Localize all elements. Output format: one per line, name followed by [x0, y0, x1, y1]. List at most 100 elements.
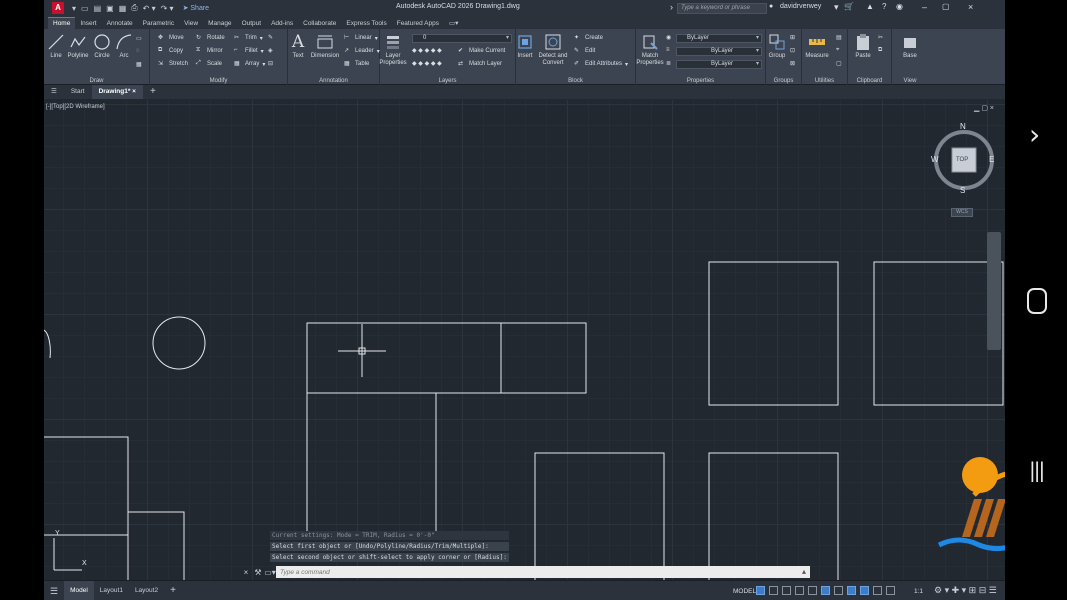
- autocad-logo-icon[interactable]: A: [52, 2, 64, 14]
- model-tab[interactable]: Model: [64, 580, 94, 600]
- menu-icon[interactable]: ☰: [44, 85, 64, 99]
- search-input[interactable]: Type a keyword or phrase: [677, 3, 767, 14]
- fillet-button[interactable]: ⌐ Fillet ▾: [234, 47, 264, 55]
- save-icon[interactable]: ▣: [106, 4, 114, 13]
- viewcube-east[interactable]: E: [989, 155, 994, 164]
- dropdown-icon[interactable]: ▾: [834, 2, 839, 13]
- detect-convert-button[interactable]: Detect and Convert: [536, 33, 570, 67]
- new-tab-icon[interactable]: +: [143, 85, 163, 99]
- group-edit-icon[interactable]: ⊡: [790, 47, 795, 54]
- polyline-button[interactable]: Polyline: [66, 33, 90, 60]
- recent-apps-icon[interactable]: |||: [1029, 458, 1045, 482]
- close-icon[interactable]: ×: [968, 2, 973, 12]
- erase-icon[interactable]: ✎: [268, 34, 273, 41]
- rectangle-icon[interactable]: ▭: [136, 35, 142, 42]
- new-file-icon[interactable]: ▭: [81, 4, 89, 13]
- selection-cycling-icon[interactable]: [873, 586, 882, 595]
- settings-icon[interactable]: ◉: [896, 2, 903, 11]
- panel-properties-title[interactable]: Properties: [636, 78, 765, 84]
- panel-clipboard-title[interactable]: Clipboard: [848, 78, 891, 84]
- tab-express-tools[interactable]: Express Tools: [341, 18, 391, 29]
- stretch-button[interactable]: ⇲ Stretch: [158, 60, 188, 68]
- panel-groups-title[interactable]: Groups: [766, 78, 801, 84]
- create-block-button[interactable]: ✦ Create: [574, 34, 603, 42]
- object-snap-icon[interactable]: [834, 586, 843, 595]
- ribbon-toggle-icon[interactable]: ▭▾: [444, 17, 463, 29]
- layer-tools-icons[interactable]: ◆ ◆ ◆ ◆ ◆: [412, 47, 442, 54]
- close-tab-icon[interactable]: ×: [132, 88, 136, 95]
- grid-icon[interactable]: [756, 586, 765, 595]
- chevron-right-icon[interactable]: ›: [670, 2, 673, 12]
- dynamic-ucs-icon[interactable]: [886, 586, 895, 595]
- navigation-bar[interactable]: [987, 232, 1001, 350]
- explode-icon[interactable]: ◈: [268, 47, 273, 54]
- auto-scale-icon[interactable]: [860, 586, 869, 595]
- rotate-button[interactable]: ↻ Rotate: [196, 34, 225, 42]
- tab-featured-apps[interactable]: Featured Apps: [392, 18, 444, 29]
- arc-button[interactable]: Arc: [114, 33, 134, 60]
- match-properties-button[interactable]: Match Properties: [636, 33, 664, 67]
- isodraft-icon[interactable]: [808, 586, 817, 595]
- dropdown-icon[interactable]: ▾: [72, 4, 76, 13]
- offset-icon[interactable]: ⊟: [268, 60, 273, 67]
- share-button[interactable]: ➤ Share: [183, 4, 210, 12]
- viewcube-top-face[interactable]: TOP: [956, 157, 968, 163]
- customize-icon[interactable]: ⚒: [252, 568, 264, 577]
- color-dropdown[interactable]: ByLayer: [676, 34, 762, 43]
- snap-icon[interactable]: [769, 586, 778, 595]
- help-icon[interactable]: ?: [882, 2, 886, 11]
- drawing-canvas[interactable]: [-][Top][2D Wireframe] ▁ ▢ × Y X N S E W…: [44, 100, 1005, 580]
- ortho-icon[interactable]: [782, 586, 791, 595]
- panel-block-title[interactable]: Block: [516, 78, 635, 84]
- command-expand-icon[interactable]: ▴: [798, 566, 810, 578]
- layout1-tab[interactable]: Layout1: [94, 581, 129, 600]
- line-button[interactable]: Line: [46, 33, 66, 60]
- group-select-icon[interactable]: ⊠: [790, 60, 795, 67]
- chevron-right-icon[interactable]: ›: [1029, 118, 1040, 151]
- cart-icon[interactable]: 🛒: [844, 2, 854, 11]
- ungroup-icon[interactable]: ⊞: [790, 34, 795, 41]
- edit-block-button[interactable]: ✎ Edit: [574, 47, 595, 55]
- make-current-button[interactable]: ✔ Make Current: [458, 47, 505, 55]
- mirror-button[interactable]: ⧖ Mirror: [196, 47, 223, 55]
- undo-icon[interactable]: ↶ ▾: [143, 4, 156, 13]
- start-tab[interactable]: Start: [64, 85, 92, 99]
- insert-button[interactable]: Insert: [516, 33, 534, 60]
- viewcube[interactable]: N S E W TOP: [929, 122, 999, 206]
- layer-dropdown[interactable]: 0: [412, 34, 512, 43]
- cut-icon[interactable]: ✂: [878, 34, 883, 41]
- settings-icon[interactable]: ⚙ ▾ ✚ ▾ ⊞ ⊟ ☰: [934, 585, 997, 596]
- tab-home[interactable]: Home: [48, 17, 76, 29]
- edit-attributes-button[interactable]: ✐ Edit Attributes ▾: [574, 60, 628, 68]
- select-all-icon[interactable]: ▢: [836, 60, 842, 67]
- lineweight-dropdown[interactable]: ByLayer: [676, 47, 762, 56]
- panel-layers-title[interactable]: Layers: [380, 78, 515, 84]
- linear-button[interactable]: ⊢ Linear ▾: [344, 34, 378, 42]
- copy-button[interactable]: ⧉ Copy: [158, 47, 183, 55]
- group-button[interactable]: Group: [766, 33, 788, 60]
- annotation-visibility-icon[interactable]: [847, 586, 856, 595]
- wcs-menu[interactable]: WCS: [951, 208, 973, 217]
- paste-button[interactable]: Paste: [852, 33, 874, 60]
- viewcube-south[interactable]: S: [960, 186, 965, 195]
- viewcube-west[interactable]: W: [931, 155, 939, 164]
- measure-button[interactable]: Measure: [802, 33, 832, 60]
- tab-collaborate[interactable]: Collaborate: [298, 18, 341, 29]
- copy-clip-icon[interactable]: ⧉: [878, 47, 882, 54]
- layer-tools2-icons[interactable]: ◆ ◆ ◆ ◆ ◆: [412, 60, 442, 67]
- leader-button[interactable]: ↗ Leader ▾: [344, 47, 380, 55]
- command-prompt-icon[interactable]: ▭▾: [264, 568, 276, 577]
- layout2-tab[interactable]: Layout2: [129, 581, 164, 600]
- match-layer-button[interactable]: ⇄ Match Layer: [458, 60, 502, 68]
- redo-icon[interactable]: ↷ ▾: [161, 4, 174, 13]
- minimize-icon[interactable]: –: [922, 2, 927, 12]
- user-icon[interactable]: ●: [769, 3, 773, 10]
- text-button[interactable]: A Text: [288, 33, 308, 60]
- id-point-icon[interactable]: ⌖: [836, 47, 839, 54]
- tab-insert[interactable]: Insert: [75, 18, 101, 29]
- tab-add-ins[interactable]: Add-ins: [266, 18, 298, 29]
- tab-manage[interactable]: Manage: [203, 18, 237, 29]
- panel-view-title[interactable]: View: [892, 78, 928, 84]
- linetype-dropdown[interactable]: ByLayer: [676, 60, 762, 69]
- user-name[interactable]: davidrverwey: [780, 3, 821, 10]
